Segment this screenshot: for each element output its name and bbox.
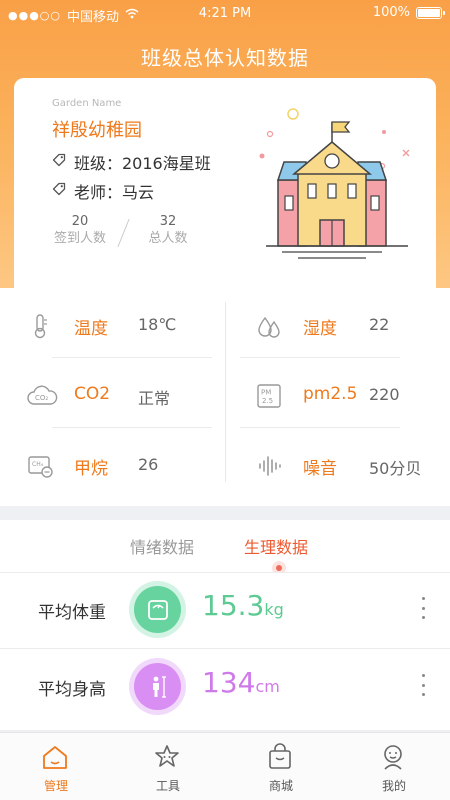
env-item-pm25: PM 2.5 pm2.5 220 <box>225 360 450 430</box>
teacher-text: 老师：马云 <box>74 183 155 202</box>
svg-text:2.5: 2.5 <box>262 397 273 405</box>
env-value: 220 <box>369 385 400 404</box>
signed-in-stat: 20 签到人数 <box>52 214 108 248</box>
stat-divider <box>117 218 130 248</box>
env-item-temperature: 温度 18℃ <box>0 290 225 360</box>
humidity-drop-icon <box>255 312 283 340</box>
garden-card: Garden Name 祥殷幼稚园 班级：2016海星班 老师：马云 20 签到… <box>14 78 436 290</box>
class-text: 班级：2016海星班 <box>74 154 211 173</box>
metric-value: 15.3kg <box>202 589 284 622</box>
scale-icon <box>129 581 186 638</box>
env-name: CO2 <box>74 384 111 404</box>
metrics-list: 平均体重 15.3kg 平均身高 134cm <box>0 572 450 730</box>
svg-text:CH₄: CH₄ <box>32 461 44 468</box>
thermometer-icon <box>26 312 54 340</box>
env-name: 甲烷 <box>74 459 108 479</box>
tab-emotion-data[interactable]: 情绪数据 <box>130 534 194 558</box>
tag-icon <box>52 182 66 200</box>
bottom-tab-bar: 管理 工具 商城 我的 <box>0 732 450 800</box>
battery-percent: 100% <box>372 5 410 20</box>
env-name: 湿度 <box>303 319 337 339</box>
metric-number: 15.3 <box>202 589 265 622</box>
page-title: 班级总体认知数据 <box>141 46 309 70</box>
env-value: 26 <box>138 455 159 474</box>
total-label: 总人数 <box>148 231 188 246</box>
pm25-icon: PM 2.5 <box>255 382 283 410</box>
metric-unit: cm <box>255 677 280 696</box>
signed-in-label: 签到人数 <box>53 231 106 246</box>
teacher-row: 老师：马云 <box>52 179 154 203</box>
tab-physiology-data[interactable]: 生理数据 <box>244 534 308 558</box>
signed-in-count: 20 <box>71 214 89 229</box>
total-stat: 32 总人数 <box>140 214 196 248</box>
env-value: 22 <box>369 315 390 334</box>
env-item-humidity: 湿度 22 <box>225 290 450 360</box>
metric-unit: kg <box>264 600 284 619</box>
svg-text:PM: PM <box>261 389 271 397</box>
env-item-methane: CH₄ 甲烷 26 <box>0 430 225 500</box>
garden-name: 祥殷幼稚园 <box>52 120 142 141</box>
co2-cloud-icon: CO₂ <box>26 382 58 410</box>
tab-label: 工具 <box>155 779 180 793</box>
metric-row-height[interactable]: 平均身高 134cm <box>0 650 450 726</box>
tab-label: 我的 <box>381 779 406 793</box>
metric-value: 134cm <box>202 666 280 699</box>
status-bar: ●●●○○ 中国移动 4:21 PM 100% <box>0 0 450 28</box>
more-options-icon[interactable] <box>422 674 426 696</box>
env-value: 正常 <box>138 389 171 408</box>
env-name: 噪音 <box>303 459 337 479</box>
methane-icon: CH₄ <box>26 452 54 480</box>
data-tab-bar: 情绪数据 生理数据 <box>0 520 450 575</box>
sound-wave-icon <box>255 452 283 480</box>
tab-manage[interactable]: 管理 <box>0 733 112 800</box>
metric-label: 平均体重 <box>38 603 106 623</box>
more-options-icon[interactable] <box>422 597 426 619</box>
env-name: pm2.5 <box>303 384 358 404</box>
env-value: 50分贝 <box>369 459 422 478</box>
metric-row-weight[interactable]: 平均体重 15.3kg <box>0 573 450 649</box>
tab-label: 管理 <box>43 779 68 793</box>
battery-icon <box>416 6 445 19</box>
tab-shop[interactable]: 商城 <box>225 733 337 800</box>
tag-icon <box>52 153 66 171</box>
metric-label: 平均身高 <box>38 680 106 700</box>
tab-tools[interactable]: 工具 <box>112 733 224 800</box>
garden-name-label: Garden Name <box>52 98 122 109</box>
tab-label: 商城 <box>268 779 293 793</box>
height-ruler-icon <box>129 658 186 715</box>
env-name: 温度 <box>74 319 108 339</box>
svg-text:CO₂: CO₂ <box>35 394 48 402</box>
tab-mine[interactable]: 我的 <box>338 733 450 800</box>
env-item-noise: 噪音 50分贝 <box>225 430 450 500</box>
total-count: 32 <box>159 214 177 229</box>
metric-number: 134 <box>202 666 256 699</box>
school-building-illustration <box>259 108 410 259</box>
env-value: 18℃ <box>138 315 177 334</box>
env-item-co2: CO₂ CO2 正常 <box>0 360 225 430</box>
class-row: 班级：2016海星班 <box>52 150 211 174</box>
